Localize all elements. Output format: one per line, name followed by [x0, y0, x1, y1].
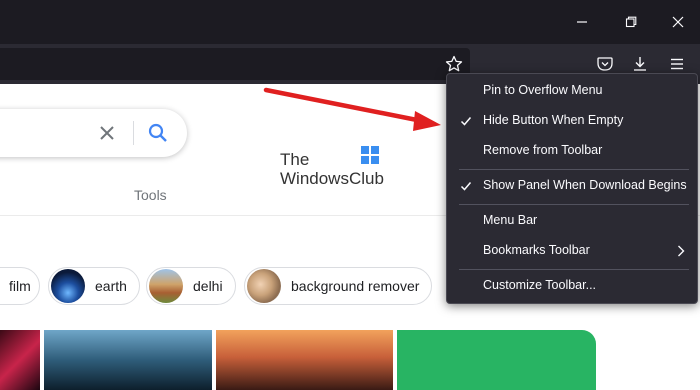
chip-label: background remover [291, 278, 420, 294]
menu-item-label: Show Panel When Download Begins [483, 178, 687, 192]
chip-earth[interactable]: earth [48, 267, 140, 305]
image-result[interactable] [44, 330, 212, 390]
close-button[interactable] [664, 8, 692, 36]
toolbar-context-menu: Pin to Overflow Menu Hide Button When Em… [446, 73, 698, 304]
search-divider [133, 121, 134, 145]
chip-label: film [9, 278, 31, 294]
menu-item-label: Hide Button When Empty [483, 113, 624, 127]
menu-item-show-panel-when-download-begins[interactable]: Show Panel When Download Begins [447, 173, 697, 199]
menu-item-bookmarks-toolbar[interactable]: Bookmarks Toolbar [447, 238, 697, 264]
search-icon[interactable] [147, 122, 169, 144]
clear-search-icon[interactable] [97, 123, 117, 143]
menu-item-customize-toolbar[interactable]: Customize Toolbar... [447, 273, 697, 299]
menu-item-label: Remove from Toolbar [483, 143, 603, 157]
pocket-icon [597, 57, 613, 71]
hamburger-menu-icon [671, 58, 683, 70]
url-bar[interactable] [0, 48, 470, 80]
menu-item-label: Customize Toolbar... [483, 278, 597, 292]
checkmark-icon [460, 117, 472, 126]
menu-item-menu-bar[interactable]: Menu Bar [447, 208, 697, 234]
download-icon [634, 57, 646, 71]
title-bar [0, 0, 700, 44]
background-remover-thumbnail [247, 269, 281, 303]
maximize-icon [625, 16, 637, 28]
chip-label: delhi [193, 278, 223, 294]
menu-item-label: Pin to Overflow Menu [483, 83, 603, 97]
search-box[interactable] [0, 109, 187, 157]
menu-separator [459, 269, 689, 270]
menu-item-label: Bookmarks Toolbar [483, 243, 590, 257]
star-icon [445, 55, 463, 72]
windows-logo-icon [361, 146, 379, 164]
chip-background-remover[interactable]: background remover [244, 267, 432, 305]
close-icon [672, 16, 684, 28]
restore-button[interactable] [617, 8, 645, 36]
chip-film[interactable]: film [0, 267, 40, 305]
tools-link[interactable]: Tools [134, 187, 167, 203]
earth-thumbnail [51, 269, 85, 303]
minimize-icon [577, 21, 587, 23]
chevron-right-icon [678, 245, 685, 257]
logo-line2: WindowsClub [280, 169, 384, 188]
image-result[interactable] [0, 330, 40, 390]
menu-separator [459, 169, 689, 170]
menu-separator [459, 204, 689, 205]
chip-delhi[interactable]: delhi [146, 267, 236, 305]
image-result[interactable] [216, 330, 393, 390]
menu-item-hide-button-when-empty[interactable]: Hide Button When Empty [447, 108, 697, 134]
delhi-thumbnail [149, 269, 183, 303]
menu-item-pin-to-overflow[interactable]: Pin to Overflow Menu [447, 78, 697, 104]
menu-item-remove-from-toolbar[interactable]: Remove from Toolbar [447, 138, 697, 164]
image-result[interactable] [397, 330, 596, 390]
menu-item-label: Menu Bar [483, 213, 538, 227]
checkmark-icon [460, 182, 472, 191]
chip-label: earth [95, 278, 127, 294]
minimize-button[interactable] [568, 8, 596, 36]
